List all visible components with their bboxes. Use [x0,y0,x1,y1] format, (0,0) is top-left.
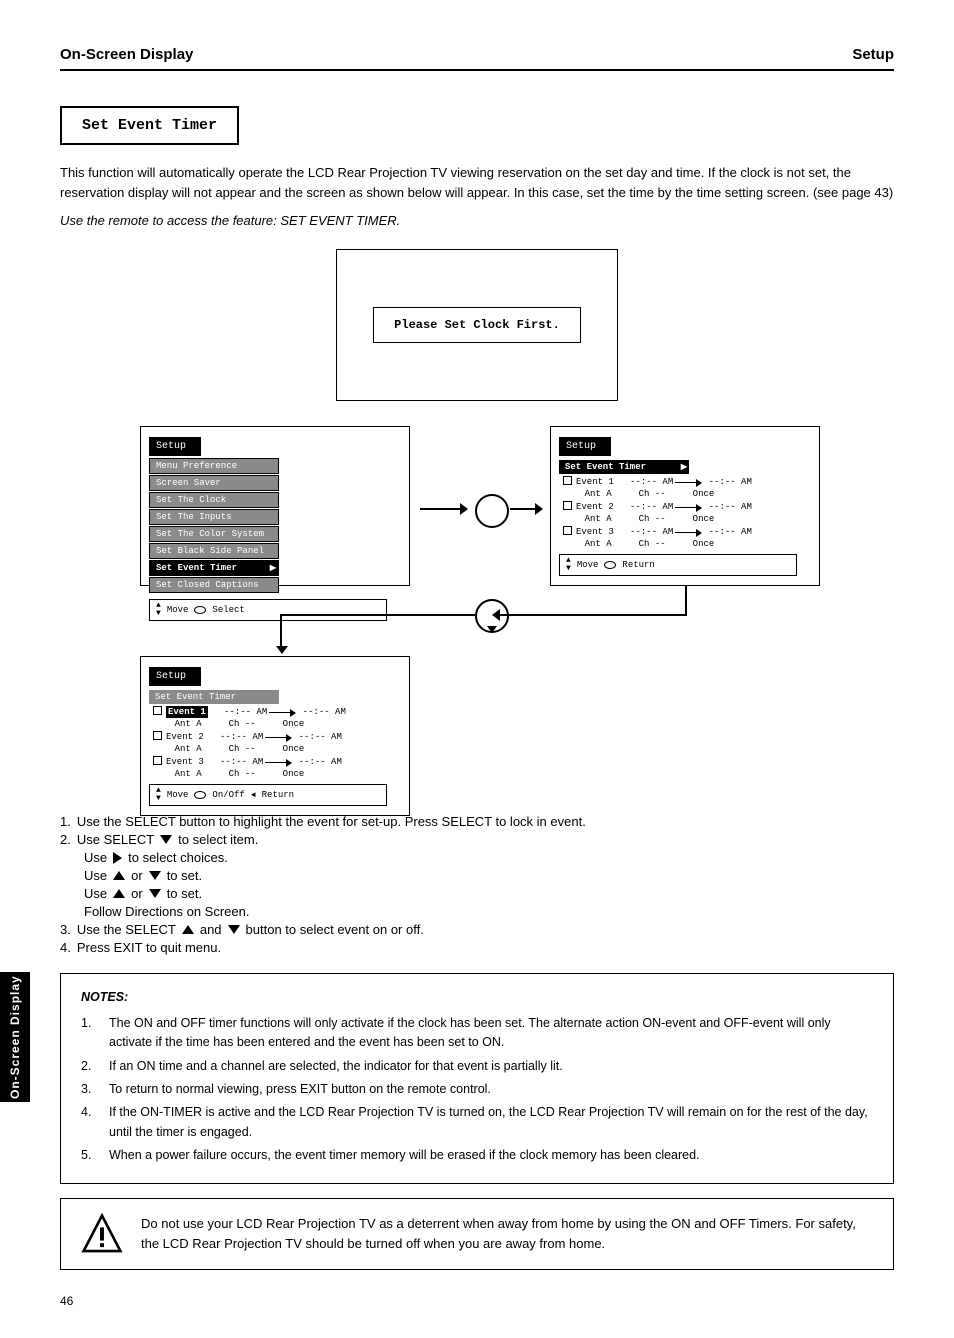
triangle-up-icon [113,889,125,898]
clock-first-dialog: Please Set Clock First. [336,249,618,401]
step-2d: Use or to set. [60,886,894,901]
intro-p2: Use the remote to access the feature: SE… [60,211,894,231]
osd-title: Setup [559,437,611,456]
menu-item: Set The Inputs [149,509,279,525]
menu-item: Screen Saver [149,475,279,491]
warning-icon [81,1213,123,1255]
triangle-up-icon [113,871,125,880]
up-down-icon: ▲▼ [566,557,571,573]
select-ring-icon [604,561,616,569]
triangle-down-icon [149,889,161,898]
osd-legend: ▲▼ Move On/Off ◄ Return [149,784,387,806]
header-left: On-Screen Display [60,46,193,63]
event-row: Event 3 --:-- AM --:-- AM [563,526,811,537]
event-row-b: Ant A Ch -- Once [153,719,401,729]
select-ring-icon [194,606,206,614]
section-title: Set Event Timer [60,106,239,145]
osd-setup-panel: Setup Menu Preference Screen Saver Set T… [140,426,410,586]
event-row-b: Ant A Ch -- Once [563,539,811,549]
note-item: If an ON time and a channel are selected… [109,1057,563,1076]
step-4: 4.Press EXIT to quit menu. [60,940,894,955]
flow-line [500,614,685,616]
osd-event-panel-b: Setup Set Event Timer Event 1 --:-- AM -… [140,656,410,816]
warning-text: Do not use your LCD Rear Projection TV a… [141,1214,873,1254]
note-item: To return to normal viewing, press EXIT … [109,1080,491,1099]
notes-heading: NOTES: [81,988,873,1007]
event-row: Event 1 --:-- AM --:-- AM [563,476,811,487]
note-item: When a power failure occurs, the event t… [109,1146,700,1165]
header-rule [60,69,894,71]
flow-arrow-right [420,494,540,524]
event-row-b: Ant A Ch -- Once [153,769,401,779]
osd-legend: ▲▼ Move Select [149,599,387,621]
osd-legend: ▲▼ Move Return [559,554,797,576]
select-button-icon [475,599,509,633]
menu-item: Set Black Side Panel [149,543,279,559]
event-row: Event 2 --:-- AM --:-- AM [563,501,811,512]
triangle-down-icon [149,871,161,880]
step-1: 1.Use the SELECT button to highlight the… [60,814,894,829]
menu-item: Set The Clock [149,492,279,508]
side-tab: On-Screen Display [0,972,30,1102]
flow-line [685,586,687,616]
note-item: If the ON-TIMER is active and the LCD Re… [109,1103,873,1142]
flow-line [280,614,282,646]
notes-box: NOTES: 1.The ON and OFF timer functions … [60,973,894,1184]
clock-first-msg: Please Set Clock First. [373,307,581,343]
osd-setup-title: Setup [149,437,201,456]
chevron-right-icon: ▶ [270,563,276,573]
select-button-icon [475,494,509,528]
event-row-b: Ant A Ch -- Once [563,489,811,499]
event-row: Event 1 --:-- AM --:-- AM [153,706,401,717]
warning-box: Do not use your LCD Rear Projection TV a… [60,1198,894,1270]
left-arrow-icon: ◄ [251,791,256,800]
intro-p1: This function will automatically operate… [60,163,894,203]
select-ring-icon [194,791,206,799]
down-triangle-icon [487,626,497,633]
up-down-icon: ▲▼ [156,787,161,803]
osd-subtitle: Set Event Timer [149,690,279,704]
step-2-last: Follow Directions on Screen. [60,904,894,919]
menu-item: Set Closed Captions [149,577,279,593]
event-row-b: Ant A Ch -- Once [563,514,811,524]
chevron-right-icon: ▶ [681,462,687,472]
event-row-b: Ant A Ch -- Once [153,744,401,754]
note-item: The ON and OFF timer functions will only… [109,1014,873,1053]
triangle-right-icon [113,852,122,864]
event-row: Event 2 --:-- AM --:-- AM [153,731,401,742]
page-number: 46 [60,1294,894,1308]
step-3: 3.Use the SELECT and button to select ev… [60,922,894,937]
step-2c: Use or to set. [60,868,894,883]
osd-subtitle: Set Event Timer▶ [559,460,689,474]
flow-line [280,614,475,616]
step-2b: Use to select choices. [60,850,894,865]
triangle-down-icon [160,835,172,844]
triangle-down-icon [228,925,240,934]
up-down-icon: ▲▼ [156,602,161,618]
menu-item: Set The Color System [149,526,279,542]
menu-item: Menu Preference [149,458,279,474]
menu-item-selected: Set Event Timer▶ [149,560,279,576]
osd-title: Setup [149,667,201,686]
event-row: Event 3 --:-- AM --:-- AM [153,756,401,767]
step-2a: 2.Use SELECT to select item. [60,832,894,847]
osd-event-panel-a: Setup Set Event Timer▶ Event 1 --:-- AM … [550,426,820,586]
header-right: Setup [852,46,894,63]
triangle-up-icon [182,925,194,934]
